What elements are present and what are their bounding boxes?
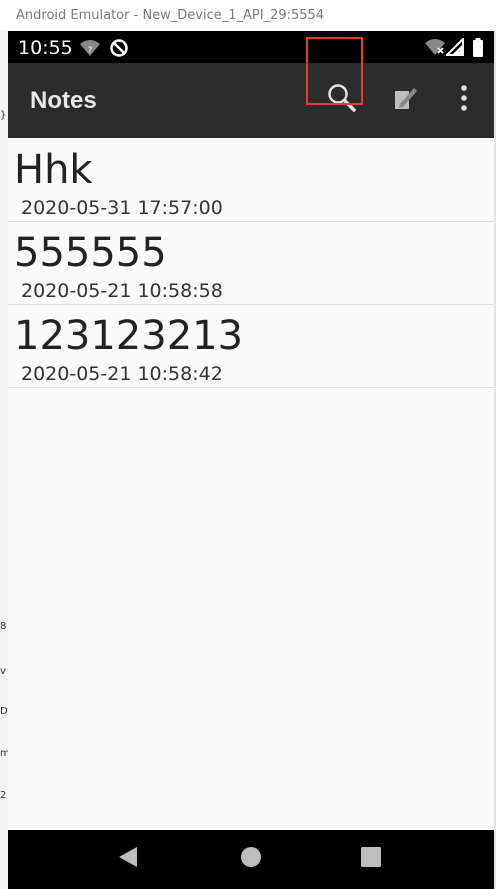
edit-note-icon — [390, 83, 420, 118]
status-time: 10:55 — [18, 37, 73, 59]
recents-button[interactable] — [331, 830, 411, 889]
home-button[interactable] — [211, 830, 291, 889]
device-screen: 10:55 ? Notes Hhk 2020-05-31 17:57:00 55… — [8, 31, 494, 861]
signal-icon — [444, 36, 464, 61]
wifi-question-icon: ? — [78, 38, 102, 63]
background-text-fragment: 2 — [0, 790, 7, 801]
recents-icon — [360, 846, 382, 873]
app-title: Notes — [30, 87, 97, 114]
background-text-fragment: v — [0, 666, 6, 677]
new-note-button[interactable] — [375, 63, 435, 138]
svg-text:?: ? — [88, 46, 93, 56]
search-icon — [326, 82, 358, 119]
note-date: 2020-05-21 10:58:58 — [21, 280, 223, 302]
background-text-fragment: } — [0, 110, 7, 121]
background-text-fragment: D — [0, 706, 8, 717]
background-text-fragment: 8 — [0, 621, 7, 632]
note-list-item[interactable]: Hhk 2020-05-31 17:57:00 — [8, 139, 494, 222]
navigation-bar — [8, 830, 494, 889]
background-window-strip: } 8 v D m 2 — [0, 30, 10, 889]
note-list-item[interactable]: 555555 2020-05-21 10:58:58 — [8, 222, 494, 305]
note-date: 2020-05-31 17:57:00 — [21, 197, 223, 219]
back-icon — [117, 845, 139, 874]
note-date: 2020-05-21 10:58:42 — [21, 363, 223, 385]
app-bar: Notes — [8, 63, 494, 138]
overflow-menu-icon — [460, 85, 468, 116]
emulator-window-title: Android Emulator - New_Device_1_API_29:5… — [0, 0, 496, 30]
status-bar: 10:55 ? — [8, 31, 494, 63]
note-title: 555555 — [14, 230, 167, 276]
back-button[interactable] — [88, 830, 168, 889]
battery-icon — [472, 38, 484, 62]
note-title: Hhk — [14, 147, 93, 193]
data-saver-icon — [109, 38, 129, 63]
wifi-off-icon — [424, 38, 446, 61]
home-icon — [240, 846, 262, 873]
note-list-item[interactable]: 123123213 2020-05-21 10:58:42 — [8, 305, 494, 388]
overflow-menu-button[interactable] — [434, 63, 494, 138]
search-button[interactable] — [312, 63, 372, 138]
note-title: 123123213 — [14, 313, 244, 359]
